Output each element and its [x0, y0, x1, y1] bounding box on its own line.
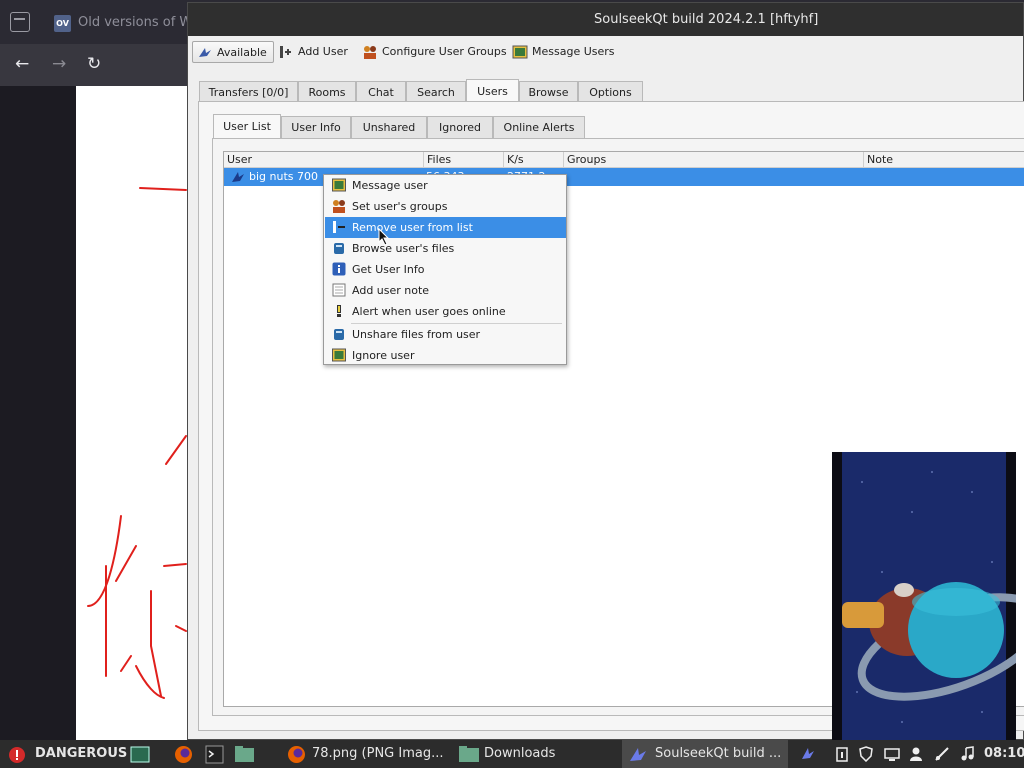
configure-user-groups-button[interactable]: Configure User Groups: [358, 41, 513, 63]
menu-item-add-note[interactable]: Add user note: [325, 280, 566, 301]
message-icon: [332, 178, 346, 192]
column-kbps[interactable]: K/s: [504, 152, 564, 168]
back-arrow-icon[interactable]: ←: [15, 54, 29, 74]
column-files[interactable]: Files: [424, 152, 504, 168]
add-user-label: Add User: [298, 45, 348, 58]
shield-tray-icon[interactable]: [858, 746, 874, 762]
menu-item-remove-user[interactable]: Remove user from list: [325, 217, 566, 238]
tab-user-info[interactable]: User Info: [281, 116, 351, 139]
tab-unshared[interactable]: Unshared: [351, 116, 427, 139]
column-note[interactable]: Note: [864, 152, 1024, 168]
tab-users[interactable]: Users: [466, 79, 519, 103]
alert-icon: [337, 305, 341, 317]
forward-arrow-icon[interactable]: →: [52, 54, 66, 74]
soulseek-bird-icon: [630, 748, 646, 761]
firefox-launcher-icon[interactable]: [174, 745, 193, 764]
tab-online-alerts[interactable]: Online Alerts: [493, 116, 585, 139]
menu-item-ignore-user[interactable]: Ignore user: [325, 345, 566, 366]
tab-user-list[interactable]: User List: [213, 114, 281, 138]
remove-user-icon: [333, 221, 345, 233]
user-groups-icon: [364, 46, 376, 59]
window-title: SoulseekQt build 2024.2.1 [hftyhf]: [594, 12, 819, 27]
cell-user: big nuts 700: [249, 170, 318, 183]
taskbar-item-image-viewer[interactable]: 78.png (PNG Imag...: [284, 740, 444, 768]
tab-overview-icon[interactable]: [10, 12, 30, 32]
configure-groups-label: Configure User Groups: [382, 45, 507, 58]
display-tray-icon[interactable]: [884, 746, 900, 762]
volume-tray-icon[interactable]: [960, 746, 976, 762]
taskbar: DANGEROUS 78.png (PNG Imag... Downloads …: [0, 740, 1024, 768]
groups-icon: [333, 200, 345, 213]
planet-video-frame: [842, 452, 1016, 740]
tab-ignored[interactable]: Ignored: [427, 116, 493, 139]
status-available-button[interactable]: Available: [192, 41, 274, 63]
menu-item-set-groups[interactable]: Set user's groups: [325, 196, 566, 217]
clock[interactable]: 08:10: [984, 740, 1024, 768]
video-overlay[interactable]: [832, 452, 1016, 740]
firefox-icon: [288, 746, 305, 763]
user-tray-icon[interactable]: [908, 746, 924, 762]
menu-item-alert-online[interactable]: Alert when user goes online: [325, 301, 566, 322]
message-users-icon: [512, 45, 528, 59]
soulseek-bird-icon: [199, 48, 211, 57]
window-titlebar[interactable]: SoulseekQt build 2024.2.1 [hftyhf]: [188, 3, 1023, 36]
column-groups[interactable]: Groups: [564, 152, 864, 168]
terminal-launcher-icon[interactable]: [205, 745, 224, 764]
browser-tab-title: Old versions of Wi: [78, 15, 196, 30]
message-users-label: Message Users: [532, 45, 615, 58]
table-header: User Files K/s Groups Note: [224, 152, 1024, 168]
folder-icon: [459, 746, 479, 762]
note-icon: [332, 283, 346, 297]
show-desktop-icon[interactable]: [130, 746, 150, 763]
browse-files-icon: [334, 243, 344, 254]
browser-sidebar: [0, 86, 76, 740]
taskbar-item-soulseek[interactable]: SoulseekQt build ...: [622, 740, 788, 768]
network-tray-icon[interactable]: [934, 746, 950, 762]
menu-item-browse-files[interactable]: Browse user's files: [325, 238, 566, 259]
mouse-cursor-icon: [378, 228, 390, 246]
add-user-icon: [280, 46, 291, 58]
user-context-menu: Message user Set user's groups Remove us…: [323, 174, 567, 365]
browser-tab[interactable]: OV Old versions of Wi: [48, 6, 198, 38]
favicon: OV: [54, 15, 71, 32]
clipboard-tray-icon[interactable]: [834, 746, 850, 762]
menu-item-message-user[interactable]: Message user: [325, 175, 566, 196]
menu-item-get-user-info[interactable]: Get User Info: [325, 259, 566, 280]
unshare-icon: [334, 329, 344, 340]
add-user-button[interactable]: Add User: [274, 41, 354, 63]
status-label: Available: [217, 46, 267, 59]
taskbar-item-downloads[interactable]: Downloads: [456, 740, 606, 768]
danger-icon: [9, 747, 25, 763]
toolbar: Available Add User Configure User Groups…: [192, 39, 1022, 65]
files-launcher-icon[interactable]: [234, 745, 255, 763]
info-icon: [332, 262, 346, 276]
menu-item-unshare-files[interactable]: Unshare files from user: [325, 324, 566, 345]
warning-label: DANGEROUS: [35, 746, 128, 761]
reload-icon[interactable]: ↻: [87, 54, 101, 74]
user-bird-icon: [232, 172, 244, 182]
soulseek-tray-icon[interactable]: [800, 746, 816, 762]
message-users-button[interactable]: Message Users: [508, 41, 621, 63]
column-user[interactable]: User: [224, 152, 424, 168]
red-doodle-drawing: [87, 187, 187, 699]
ignore-icon: [332, 348, 346, 362]
